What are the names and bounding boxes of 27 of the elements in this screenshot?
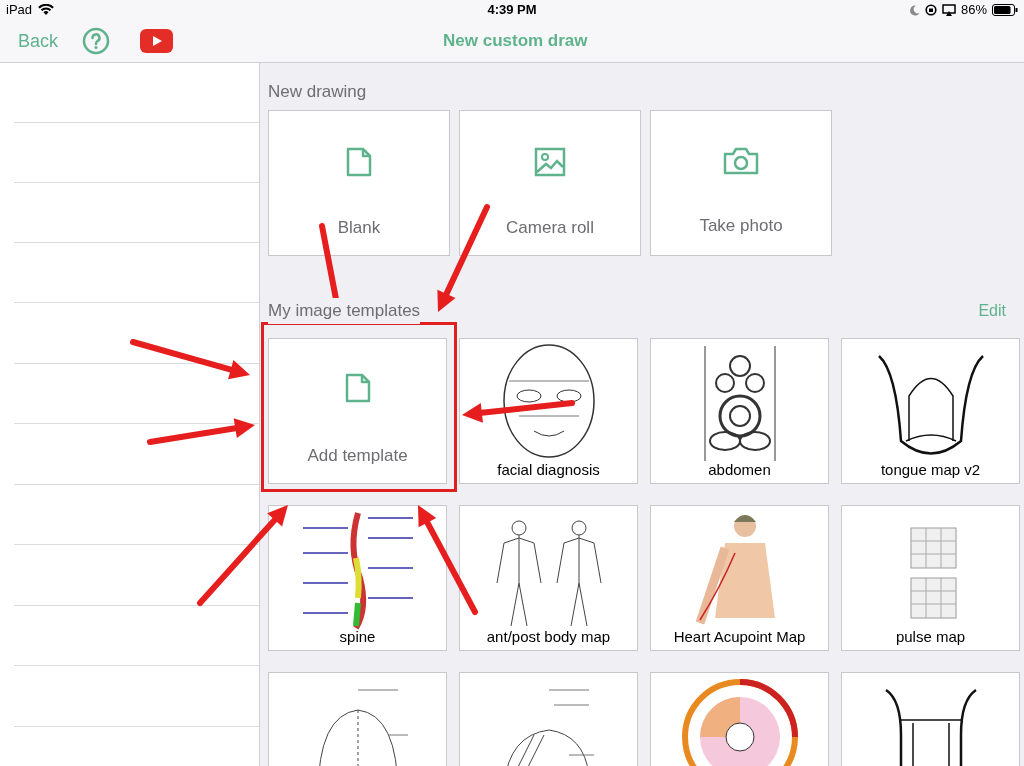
new-drawing-option[interactable]: Take photo <box>650 110 832 256</box>
document-icon <box>344 147 374 177</box>
wifi-icon <box>38 4 55 16</box>
template-card[interactable]: Heart Acupoint Map <box>650 504 829 651</box>
status-time: 4:39 PM <box>487 1 537 20</box>
template-card[interactable]: ant/post body map <box>459 504 638 651</box>
camera-icon <box>723 147 759 175</box>
new-drawing-option[interactable]: Camera roll <box>459 110 641 256</box>
rotation-lock-icon <box>924 4 937 16</box>
add-template-button[interactable]: Add template <box>268 337 447 484</box>
battery-percent: 86% <box>960 1 987 20</box>
template-card[interactable]: facial diagnosis <box>459 337 638 484</box>
carrier-label: iPad <box>6 1 33 20</box>
battery-icon <box>992 4 1018 16</box>
help-icon[interactable] <box>82 27 111 55</box>
new-drawing-option[interactable]: Blank <box>268 110 450 256</box>
template-card[interactable]: spine <box>268 504 447 651</box>
video-play-icon[interactable] <box>140 29 174 53</box>
template-card[interactable]: tongue map v2 <box>841 337 1020 484</box>
template-card[interactable]: pulse map <box>841 504 1020 651</box>
section-heading: My image templates <box>268 298 421 324</box>
section-heading: New drawing <box>268 81 368 102</box>
screen-mirroring-icon <box>941 4 956 16</box>
screen-title: New custom draw <box>443 30 588 53</box>
image-icon <box>534 147 566 177</box>
moon-icon <box>909 4 920 16</box>
template-card[interactable]: abdomen <box>650 337 829 484</box>
